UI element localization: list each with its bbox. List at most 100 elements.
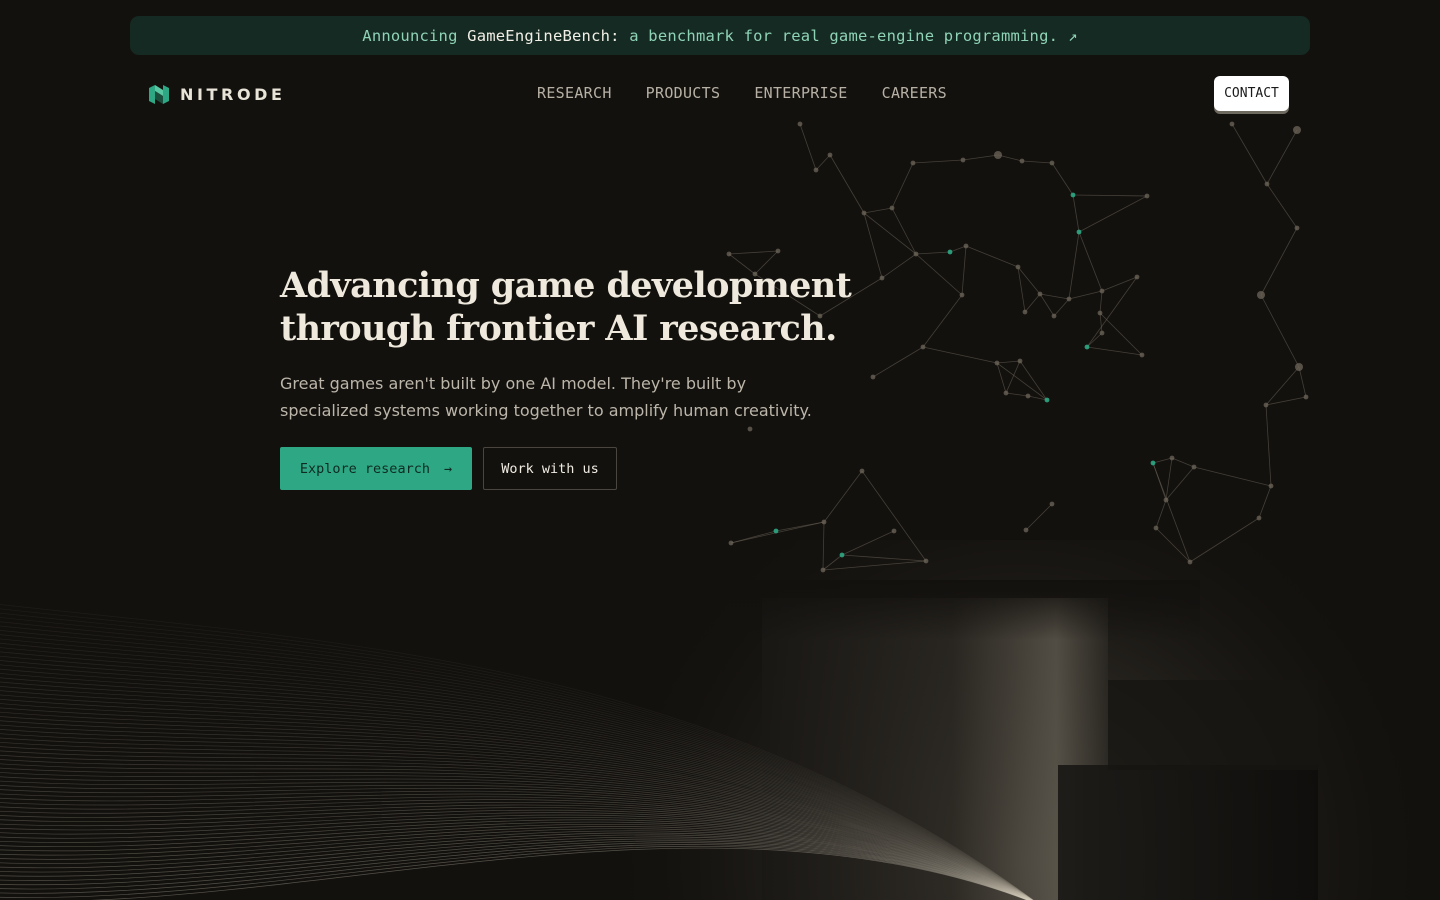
work-with-us-button[interactable]: Work with us — [483, 447, 617, 490]
network-edge — [863, 212, 917, 255]
brand-logo[interactable]: NITRODE — [148, 81, 286, 107]
network-node — [1070, 192, 1076, 198]
network-edge — [1078, 231, 1103, 292]
network-node — [747, 426, 753, 432]
hero-title-line-2: through frontier AI research. — [280, 308, 837, 349]
network-edge — [915, 251, 951, 255]
network-edge — [863, 207, 893, 214]
contact-button[interactable]: CONTACT — [1214, 76, 1289, 111]
network-node — [839, 552, 845, 558]
network-node — [1144, 193, 1150, 199]
network-node — [960, 157, 966, 163]
announcement-banner[interactable]: Announcing GameEngineBench: a benchmark … — [130, 16, 1310, 55]
network-edge — [1025, 503, 1053, 531]
network-node — [1169, 455, 1175, 461]
announcement-text: a benchmark for real game-engine program… — [629, 26, 1059, 45]
network-edge — [996, 362, 1007, 394]
network-edge — [1266, 129, 1298, 185]
network-node — [1303, 394, 1309, 400]
network-edge — [1171, 457, 1195, 468]
network-edge — [1086, 346, 1143, 356]
network-edge — [1005, 360, 1021, 394]
network-node — [1256, 515, 1262, 521]
main-nav: RESEARCH PRODUCTS ENTERPRISE CAREERS — [537, 84, 947, 102]
network-node — [773, 528, 779, 534]
network-node — [728, 540, 734, 546]
network-edge — [1039, 293, 1070, 300]
network-node — [1051, 313, 1057, 319]
network-edge — [1155, 499, 1167, 529]
network-edge — [1099, 312, 1143, 356]
network-node — [910, 160, 916, 166]
network-node — [1044, 397, 1050, 403]
hero-subtitle-line-1: Great games aren't built by one AI model… — [280, 374, 747, 393]
network-node — [959, 292, 965, 298]
network-node — [1037, 291, 1043, 297]
network-edge — [1099, 312, 1103, 334]
network-node — [963, 243, 969, 249]
network-edge — [912, 159, 964, 164]
network-node — [1150, 460, 1156, 466]
network-node — [1084, 344, 1090, 350]
network-edge — [1051, 162, 1074, 196]
hero-title: Advancing game development through front… — [280, 264, 900, 350]
network-edge — [1068, 231, 1080, 300]
brand-name: NITRODE — [180, 84, 286, 104]
network-node — [1134, 274, 1140, 280]
network-edge — [823, 470, 863, 523]
network-edge — [1298, 366, 1307, 398]
hero-title-line-1: Advancing game development — [280, 265, 852, 306]
network-edge — [1086, 276, 1138, 348]
network-edge — [1039, 293, 1055, 317]
network-node — [889, 205, 895, 211]
network-node — [1099, 330, 1105, 336]
network-node — [870, 374, 876, 380]
network-node — [820, 567, 826, 573]
nav-enterprise[interactable]: ENTERPRISE — [754, 84, 847, 102]
network-node — [813, 167, 819, 173]
network-edge — [1078, 195, 1148, 233]
network-edge — [1099, 290, 1103, 314]
explore-research-button[interactable]: Explore research → — [280, 447, 472, 490]
nav-research[interactable]: RESEARCH — [537, 84, 612, 102]
network-node — [861, 210, 867, 216]
nav-products[interactable]: PRODUCTS — [646, 84, 721, 102]
network-edge — [1005, 392, 1029, 397]
network-node — [913, 251, 919, 257]
network-node — [1025, 393, 1031, 399]
announcement-prefix: Announcing — [362, 26, 458, 45]
network-node — [1017, 358, 1023, 364]
network-node — [891, 528, 897, 534]
network-edge — [922, 294, 963, 348]
network-node — [1295, 363, 1303, 371]
network-node — [1294, 225, 1300, 231]
network-node — [726, 251, 732, 257]
network-edge — [1053, 298, 1070, 317]
network-edge — [728, 250, 779, 255]
network-edge — [1072, 194, 1148, 197]
nav-careers[interactable]: CAREERS — [882, 84, 947, 102]
network-node — [775, 248, 781, 254]
network-edge — [1265, 404, 1272, 487]
network-node — [1257, 291, 1265, 299]
network-edge — [915, 253, 963, 296]
hero-background-art — [0, 121, 1440, 900]
network-edge — [1072, 194, 1080, 233]
network-node — [797, 121, 803, 127]
network-edge — [1193, 466, 1272, 487]
network-node — [1003, 390, 1009, 396]
network-node — [1099, 288, 1105, 294]
network-edge — [1021, 160, 1053, 164]
network-node — [1066, 296, 1072, 302]
network-node — [1097, 310, 1103, 316]
network-edge — [891, 207, 917, 255]
network-node — [1229, 121, 1235, 127]
network-edge — [996, 360, 1021, 364]
announcement-product: GameEngineBench: — [467, 26, 620, 45]
nitrode-logo-icon — [149, 85, 169, 104]
network-node — [859, 468, 865, 474]
explore-research-label: Explore research — [299, 460, 430, 477]
network-node — [994, 360, 1000, 366]
network-edge — [1152, 457, 1173, 464]
network-edge — [922, 346, 998, 364]
